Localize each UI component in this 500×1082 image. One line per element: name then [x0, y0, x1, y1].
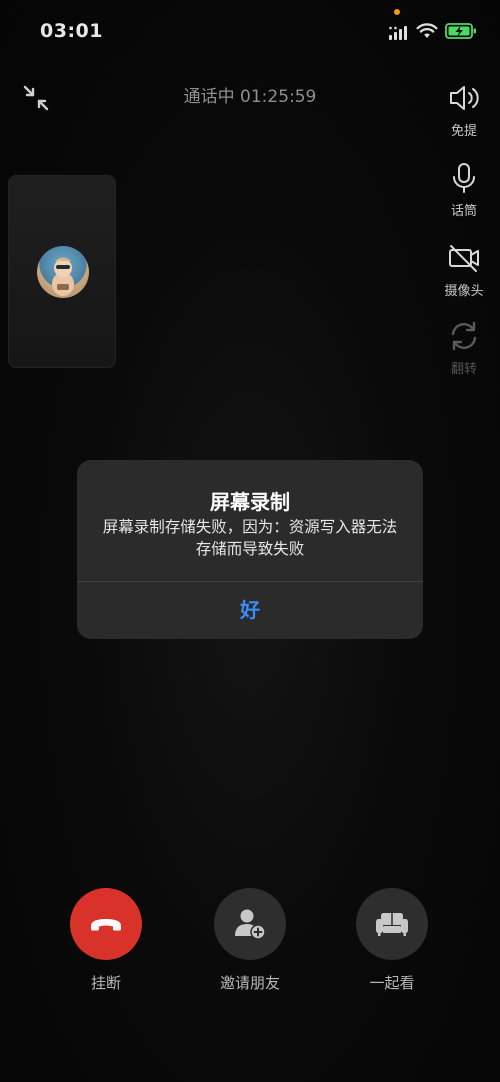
flip-camera-label: 翻转	[450, 362, 477, 377]
screen-recording-alert: 屏幕录制 屏幕录制存储失败，因为：资源写入器无法存储而导致失败 好	[77, 460, 423, 639]
dialog-title: 屏幕录制	[210, 490, 290, 514]
self-view-window[interactable]	[8, 175, 116, 368]
call-duration-status: 通话中 01:25:59	[183, 87, 317, 107]
invite-friend-circle[interactable]	[214, 888, 286, 960]
status-bar: 03:01	[0, 0, 500, 62]
video-call-screen: 03:01 通话中 01:25:59 免提 话筒 摄像头 翻转 屏幕录制 屏幕录…	[0, 0, 500, 1082]
watch-together-circle[interactable]	[356, 888, 428, 960]
camera-toggle[interactable]: 摄像头	[434, 240, 494, 299]
wifi-icon	[416, 23, 438, 38]
notification-dot	[394, 9, 400, 15]
speaker-toggle[interactable]: 免提	[434, 80, 494, 139]
speaker-label: 免提	[450, 124, 477, 139]
hang-up-label: 挂断	[90, 974, 121, 992]
hang-up-circle[interactable]	[70, 888, 142, 960]
speaker-icon	[450, 86, 479, 110]
battery-charging-icon	[445, 23, 476, 39]
avatar	[37, 246, 89, 298]
invite-friend-label: 邀请朋友	[219, 974, 280, 992]
sofa-icon	[376, 913, 408, 936]
watch-together-button[interactable]: 一起看	[342, 888, 442, 993]
hang-up-button[interactable]: 挂断	[56, 888, 156, 993]
flip-camera-icon	[451, 321, 477, 351]
camera-label: 摄像头	[444, 284, 484, 299]
dialog-message: 屏幕录制存储失败，因为：资源写入器无法存储而导致失败	[102, 518, 398, 558]
flip-camera-button[interactable]: 翻转	[434, 318, 494, 377]
avatar-image	[52, 257, 74, 296]
hang-up-icon	[91, 919, 121, 931]
invite-friend-icon	[235, 909, 266, 940]
signal-icon	[389, 26, 407, 40]
microphone-toggle[interactable]: 话筒	[434, 160, 494, 219]
status-time: 03:01	[40, 20, 103, 42]
watch-together-label: 一起看	[369, 974, 415, 992]
camera-off-icon	[449, 245, 479, 272]
microphone-icon	[453, 163, 475, 193]
ok-button[interactable]: 好	[77, 582, 423, 639]
invite-friend-button[interactable]: 邀请朋友	[200, 888, 300, 993]
microphone-label: 话筒	[450, 204, 477, 219]
